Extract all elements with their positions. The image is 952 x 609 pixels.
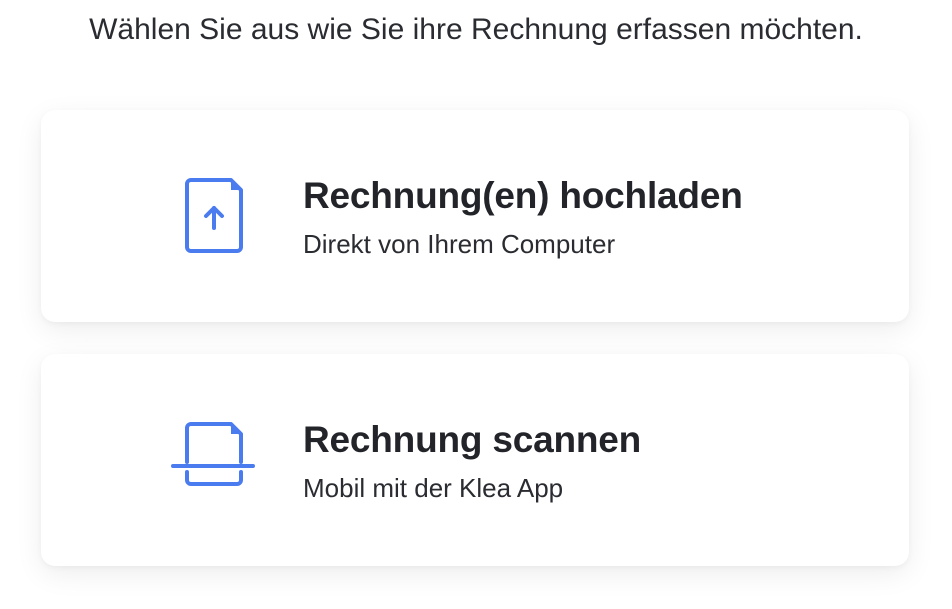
scan-title: Rechnung scannen [303,419,642,460]
document-scan-icon [169,416,257,506]
capture-method-page: Wählen Sie aus wie Sie ihre Rechnung erf… [0,0,952,609]
scan-invoice-card[interactable]: Rechnung scannen Mobil mit der Klea App [41,354,909,566]
scan-subtitle: Mobil mit der Klea App [303,473,564,503]
upload-title: Rechnung(en) hochladen [303,175,743,216]
upload-invoice-card[interactable]: Rechnung(en) hochladen Direkt von Ihrem … [41,110,909,322]
file-upload-icon [169,172,257,262]
upload-subtitle: Direkt von Ihrem Computer [303,229,616,259]
instruction-text: Wählen Sie aus wie Sie ihre Rechnung erf… [89,13,863,46]
